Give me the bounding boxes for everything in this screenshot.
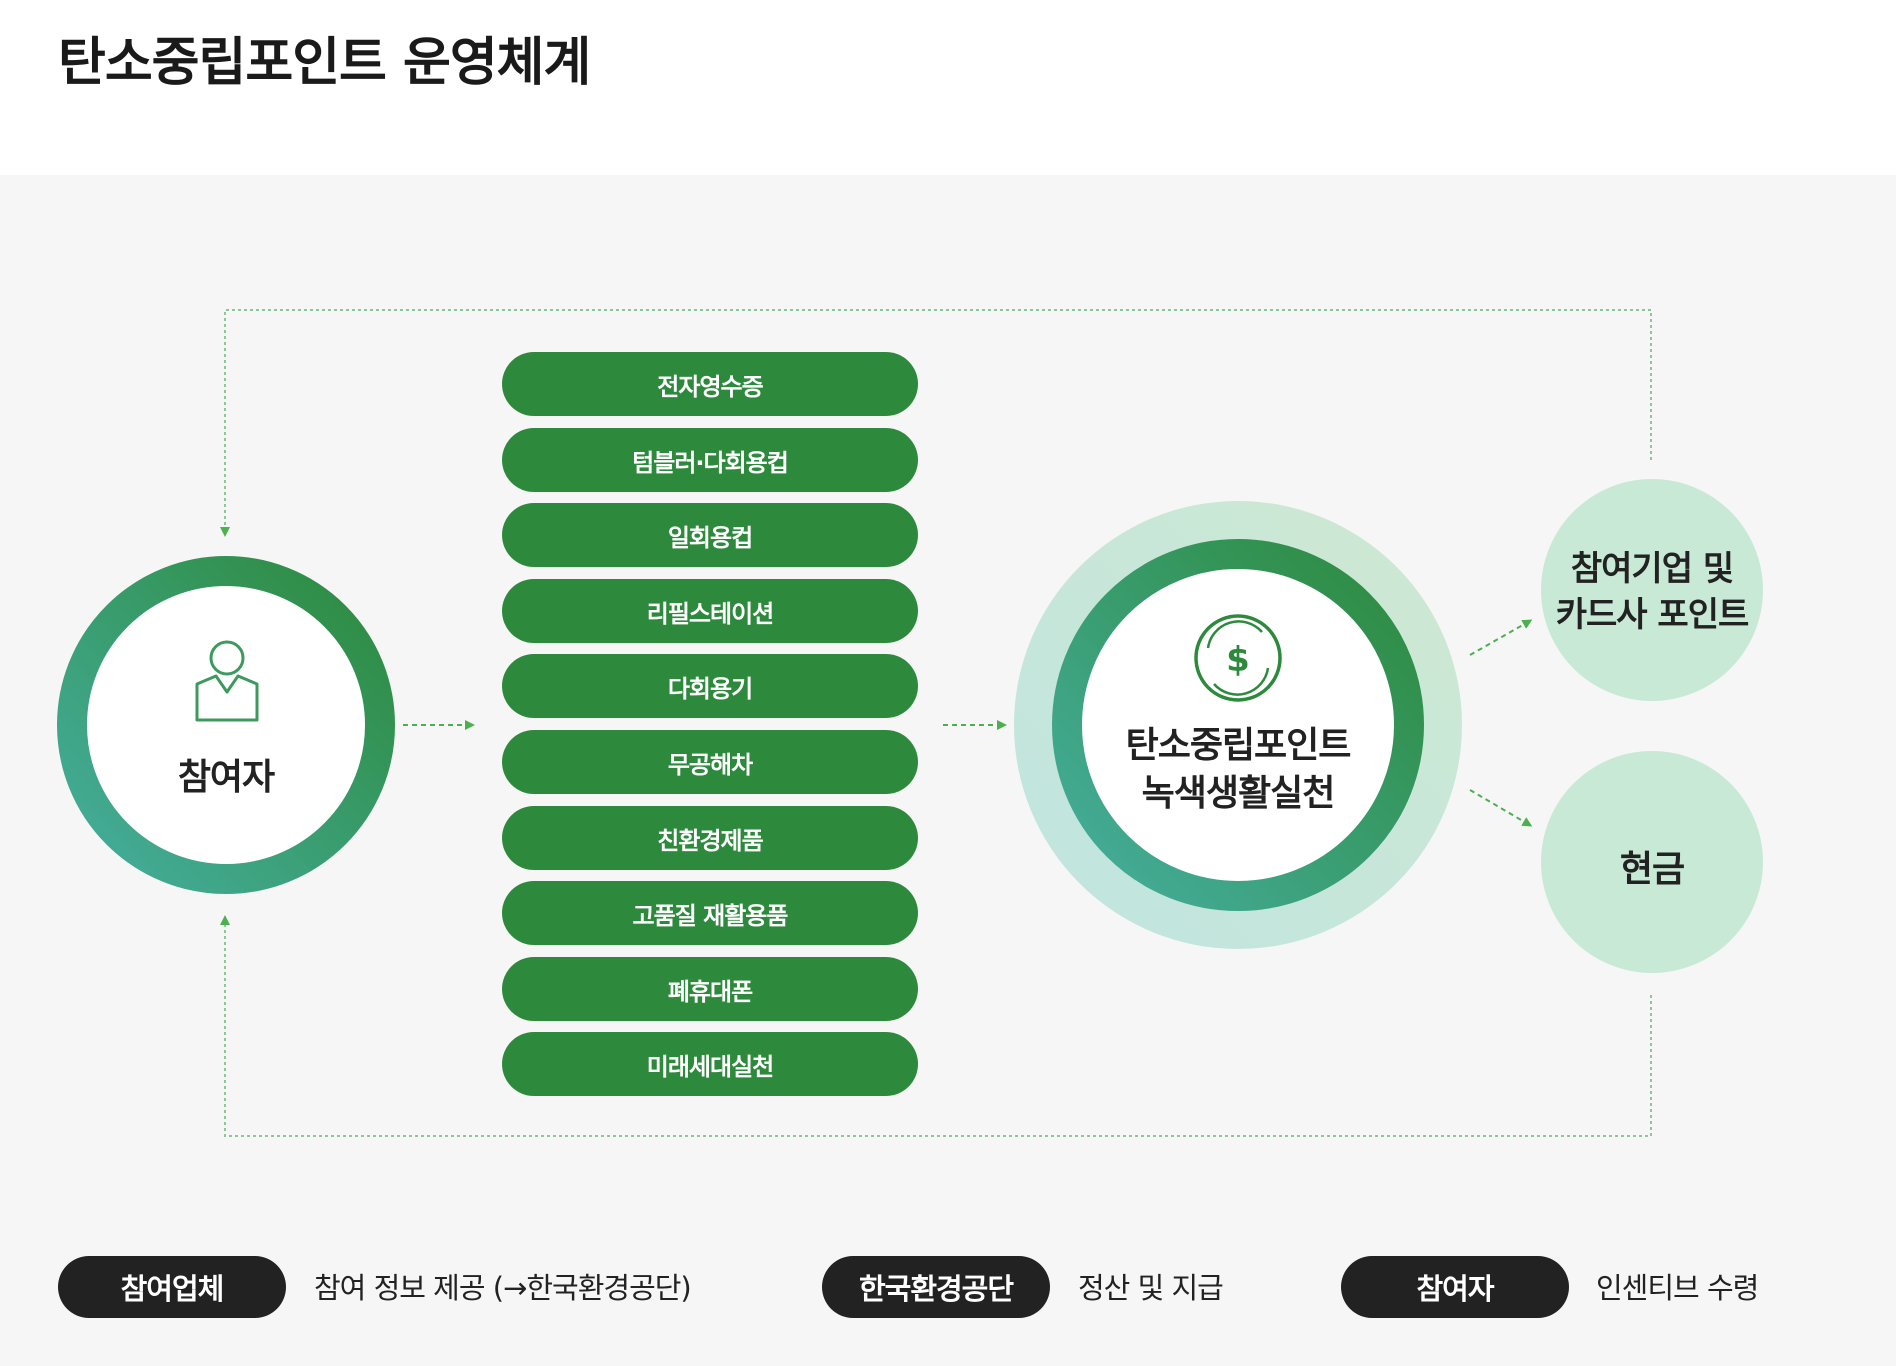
arrow-center-to-points xyxy=(1469,619,1533,656)
center-label: 탄소중립포인트 녹색생활실천 xyxy=(1078,722,1398,818)
participant-circle xyxy=(57,556,395,894)
points-reward-line1: 참여기업 및 xyxy=(1570,549,1734,589)
activity-quality-recyclables: 고품질 재활용품 xyxy=(502,881,918,945)
loop-connector-bottom xyxy=(220,915,1652,1137)
legend-text-keco: 정산 및 지급 xyxy=(1078,1271,1224,1305)
activity-tumbler-cup: 텀블러·다회용컵 xyxy=(502,428,918,492)
cash-reward-label: 현금 xyxy=(1619,849,1685,890)
activity-zero-emission-car: 무공해차 xyxy=(502,730,918,794)
activity-disposable-cup: 일회용컵 xyxy=(502,503,918,567)
legend-text-participant: 인센티브 수령 xyxy=(1596,1271,1759,1305)
legend-badge-keco: 한국환경공단 xyxy=(822,1256,1050,1318)
activity-future-generation: 미래세대실천 xyxy=(502,1032,918,1096)
participant-label: 참여자 xyxy=(177,757,275,798)
activity-eco-products: 친환경제품 xyxy=(502,806,918,870)
arrow-center-to-cash xyxy=(1469,789,1533,827)
activity-e-receipt: 전자영수증 xyxy=(502,352,918,416)
center-label-line1: 탄소중립포인트 xyxy=(1125,725,1352,766)
points-reward-line2: 카드사 포인트 xyxy=(1555,595,1750,635)
activity-refill-station: 리필스테이션 xyxy=(502,579,918,643)
center-label-line2: 녹색생활실천 xyxy=(1141,773,1336,814)
svg-text:$: $ xyxy=(1226,640,1250,680)
legend-badge-participant: 참여자 xyxy=(1341,1256,1569,1318)
loop-connector-top xyxy=(220,309,1652,537)
legend-badge-partner: 참여업체 xyxy=(58,1256,286,1318)
points-reward-label: 참여기업 및 카드사 포인트 xyxy=(1542,546,1762,638)
activity-used-phone: 폐휴대폰 xyxy=(502,957,918,1021)
legend-text-partner: 참여 정보 제공 (→한국환경공단) xyxy=(314,1271,692,1305)
flow-diagram: $ xyxy=(57,309,1763,1137)
activity-reusable-container: 다회용기 xyxy=(502,654,918,718)
